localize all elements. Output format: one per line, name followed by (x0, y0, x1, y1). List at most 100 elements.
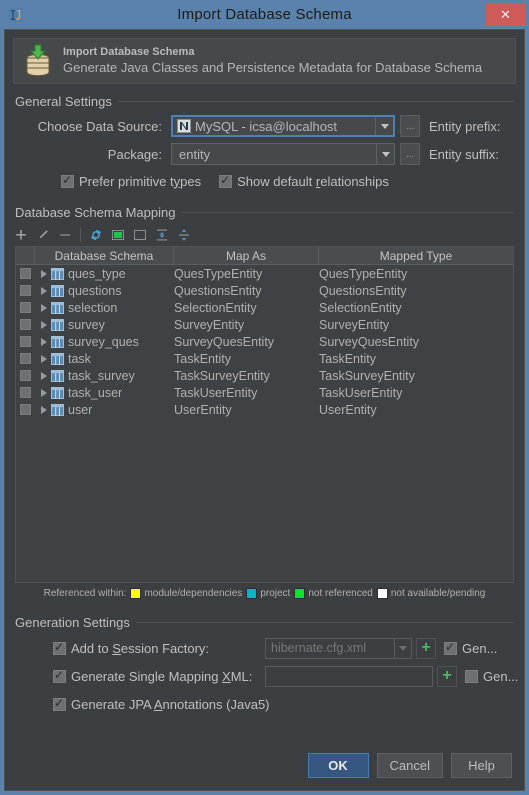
table-row[interactable]: survey_ques SurveyQuesEntity SurveyQuesEnt… (16, 333, 513, 350)
table-row[interactable]: task_survey TaskSurveyEntity TaskSurveyEnt… (16, 367, 513, 384)
row-checkbox[interactable] (20, 268, 31, 279)
row-checkbox-cell[interactable] (16, 333, 35, 350)
column-header-check[interactable] (16, 247, 35, 264)
row-map-as-cell: QuestionsEntity (174, 282, 319, 299)
row-checkbox-cell[interactable] (16, 401, 35, 418)
expand-all-button[interactable] (152, 225, 172, 244)
jpa-annotations-checkbox-wrap: ✓ Generate JPA Annotations (Java5) (15, 696, 270, 712)
chevron-right-icon[interactable] (37, 286, 51, 295)
row-mapped-type-label: TaskEntity (319, 351, 376, 366)
table-row[interactable]: selection SelectionEntity SelectionEntity (16, 299, 513, 316)
row-checkbox[interactable] (20, 336, 31, 347)
table-row[interactable]: questions QuestionsEntity QuestionsEntity (16, 282, 513, 299)
row-checkbox-cell[interactable] (16, 384, 35, 401)
collapse-all-button[interactable] (174, 225, 194, 244)
row-checkbox[interactable] (20, 404, 31, 415)
select-all-button[interactable] (108, 225, 128, 244)
column-header-database-schema[interactable]: Database Schema (35, 247, 174, 264)
chevron-right-icon[interactable] (37, 269, 51, 278)
gen-annotations-checkbox[interactable] (465, 669, 478, 683)
show-default-relationships-checkbox[interactable]: ✓ (219, 173, 233, 188)
table-row[interactable]: task TaskEntity TaskEntity (16, 350, 513, 367)
table-icon (51, 386, 64, 399)
row-mapped-type-label: QuestionsEntity (319, 283, 407, 298)
deselect-all-button[interactable] (130, 225, 150, 244)
chevron-right-icon[interactable] (37, 337, 51, 346)
table-row[interactable]: survey SurveyEntity SurveyEntity (16, 316, 513, 333)
single-mapping-xml-row: ✓ Generate Single Mapping XML: + Gen... (15, 662, 518, 690)
row-checkbox[interactable] (20, 285, 31, 296)
session-factory-tail: ✓ Gen... (444, 640, 497, 656)
remove-button[interactable] (55, 225, 75, 244)
add-button[interactable] (11, 225, 31, 244)
row-schema-cell: selection (35, 299, 174, 316)
chevron-right-icon[interactable] (37, 354, 51, 363)
generate-single-mapping-xml-checkbox[interactable]: ✓ (53, 668, 66, 683)
row-map-as-label: TaskEntity (174, 351, 231, 366)
ok-button[interactable]: OK (307, 753, 369, 778)
gen-separate-mappings-checkbox[interactable]: ✓ (444, 640, 457, 655)
data-source-row: Choose Data Source: MySQL - icsa@localho… (15, 113, 514, 139)
generate-jpa-annotations-checkbox[interactable]: ✓ (53, 696, 66, 711)
row-schema-cell: user (35, 401, 174, 418)
row-schema-cell: questions (35, 282, 174, 299)
edit-pencil-icon[interactable] (33, 225, 53, 244)
chevron-right-icon[interactable] (37, 371, 51, 380)
chevron-right-icon[interactable] (37, 303, 51, 312)
refresh-icon[interactable] (86, 225, 106, 244)
session-factory-row: ✓ Add to Session Factory: hibernate.cfg.… (15, 634, 514, 662)
cancel-button[interactable]: Cancel (376, 753, 443, 778)
row-mapped-type-label: QuesTypeEntity (319, 266, 408, 281)
table-body: ques_type QuesTypeEntity QuesTypeEntity que… (16, 265, 513, 582)
row-checkbox-cell[interactable] (16, 350, 35, 367)
schema-mapping-table[interactable]: Database Schema Map As Mapped Type ques_… (15, 246, 514, 583)
chevron-right-icon[interactable] (37, 320, 51, 329)
row-mapped-type-cell: UserEntity (319, 401, 513, 418)
package-value: entity (179, 146, 211, 162)
row-schema-cell: task_survey (35, 367, 174, 384)
session-factory-add-button[interactable]: + (416, 637, 436, 659)
help-button[interactable]: Help (451, 753, 512, 778)
group-divider (117, 101, 514, 102)
row-checkbox-cell[interactable] (16, 265, 35, 282)
single-mapping-add-button[interactable]: + (437, 665, 457, 687)
chevron-down-icon[interactable] (394, 638, 411, 658)
legend-item: module/dependencies (130, 587, 242, 599)
single-mapping-xml-input[interactable] (265, 665, 433, 687)
row-mapped-type-label: TaskUserEntity (319, 385, 403, 400)
row-map-as-cell: TaskSurveyEntity (174, 367, 319, 384)
table-row[interactable]: ques_type QuesTypeEntity QuesTypeEntity (16, 265, 513, 282)
chevron-right-icon[interactable] (37, 405, 51, 414)
package-combo[interactable]: entity (171, 143, 395, 165)
row-checkbox[interactable] (20, 319, 31, 330)
chevron-down-icon[interactable] (375, 117, 393, 135)
table-row[interactable]: user UserEntity UserEntity (16, 401, 513, 418)
toolbar-separator (80, 227, 81, 242)
add-to-session-factory-checkbox[interactable]: ✓ (53, 640, 66, 655)
chevron-down-icon[interactable] (376, 144, 394, 164)
session-factory-combo[interactable]: hibernate.cfg.xml (265, 637, 412, 659)
legend-prefix: Referenced within: (43, 587, 127, 599)
legend-label: not referenced (308, 587, 373, 599)
row-checkbox-cell[interactable] (16, 282, 35, 299)
data-source-browse-button[interactable]: ... (400, 115, 420, 137)
close-icon[interactable]: ✕ (486, 3, 525, 26)
row-checkbox-cell[interactable] (16, 299, 35, 316)
chevron-right-icon[interactable] (37, 388, 51, 397)
table-row[interactable]: task_user TaskUserEntity TaskUserEntity (16, 384, 513, 401)
column-header-mapped-type[interactable]: Mapped Type (319, 247, 513, 264)
package-browse-button[interactable]: ... (400, 143, 420, 165)
table-icon (51, 335, 64, 348)
row-checkbox[interactable] (20, 387, 31, 398)
legend-label: project (260, 587, 291, 599)
row-mapped-type-cell: SurveyEntity (319, 316, 513, 333)
row-mapped-type-cell: TaskUserEntity (319, 384, 513, 401)
row-checkbox[interactable] (20, 370, 31, 381)
row-checkbox[interactable] (20, 353, 31, 364)
row-checkbox-cell[interactable] (16, 316, 35, 333)
prefer-primitive-types-checkbox[interactable]: ✓ (61, 173, 74, 188)
column-header-map-as[interactable]: Map As (174, 247, 319, 264)
row-checkbox[interactable] (20, 302, 31, 313)
row-checkbox-cell[interactable] (16, 367, 35, 384)
data-source-combo[interactable]: MySQL - icsa@localhost (171, 115, 395, 137)
